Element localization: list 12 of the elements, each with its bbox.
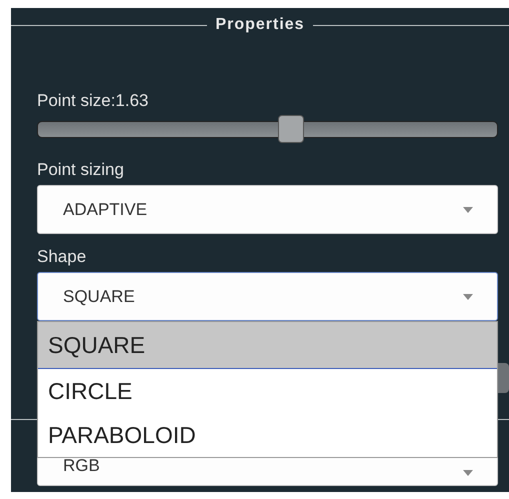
point-size-label: Point size:1.63: [37, 91, 150, 111]
shape-select[interactable]: SQUARE: [37, 272, 498, 321]
point-sizing-label: Point sizing: [37, 160, 125, 180]
caret-icon: [463, 294, 473, 300]
dropdown-option[interactable]: SQUARE: [38, 322, 497, 369]
point-sizing-select[interactable]: ADAPTIVE: [37, 185, 498, 234]
panel-title: Properties: [215, 15, 305, 35]
shape-label: Shape: [37, 247, 88, 267]
slider-track[interactable]: [37, 115, 498, 144]
caret-icon: [463, 470, 473, 476]
caret-icon: [463, 206, 473, 212]
slider-thumb[interactable]: [278, 115, 304, 143]
